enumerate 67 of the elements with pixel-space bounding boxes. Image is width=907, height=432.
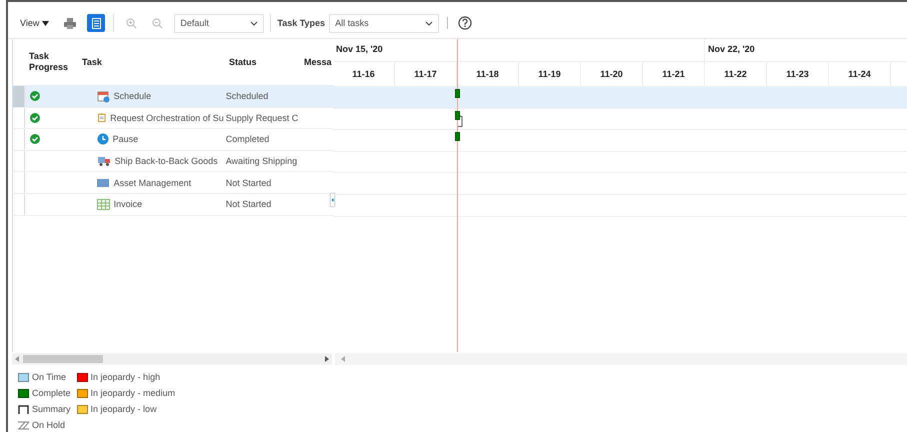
task-bar[interactable] xyxy=(455,110,460,120)
scroll-right-icon[interactable] xyxy=(325,356,329,362)
status-text: Not Started xyxy=(226,199,272,210)
list-view-button[interactable] xyxy=(87,14,106,32)
task-bar[interactable] xyxy=(455,132,460,142)
clipboard-icon xyxy=(96,111,106,124)
status-text: Not Started xyxy=(226,178,272,188)
day-label: 11-18 xyxy=(476,69,499,79)
legend-label: Summary xyxy=(32,404,71,414)
legend-label: On Time xyxy=(32,372,66,382)
printer-icon xyxy=(64,18,76,28)
day-label: 11-19 xyxy=(538,69,561,79)
day-label: 11-20 xyxy=(600,69,623,79)
status-text: Supply Request C xyxy=(226,112,298,123)
task-row[interactable]: Schedule Scheduled xyxy=(13,86,333,108)
day-label: 11-16 xyxy=(352,69,375,79)
day-label: 11-24 xyxy=(848,69,871,79)
status-text: Completed xyxy=(226,134,270,144)
view-menu[interactable]: View xyxy=(20,18,54,28)
chevron-icon xyxy=(250,20,258,26)
legend-label: In jeopardy - high xyxy=(90,372,160,382)
day-label: 11-17 xyxy=(414,69,437,79)
summary-icon xyxy=(18,404,29,414)
truck-icon xyxy=(96,155,111,168)
task-name: Schedule xyxy=(114,91,152,102)
task-row[interactable]: Invoice Not Started xyxy=(13,194,333,216)
task-types-label: Task Types xyxy=(277,18,326,28)
calendar-icon xyxy=(96,90,110,103)
task-name: Invoice xyxy=(114,199,142,210)
scrollbar-thumb[interactable] xyxy=(23,355,103,363)
task-name: Asset Management xyxy=(114,178,192,188)
scroll-left-icon[interactable] xyxy=(341,356,345,362)
week-label: Nov 22, '20 xyxy=(708,44,755,54)
legend-label: In jeopardy - low xyxy=(90,404,157,414)
clock-icon xyxy=(96,133,109,146)
column-header: Status xyxy=(228,56,258,69)
barcode-icon xyxy=(96,178,110,188)
list-icon xyxy=(92,18,101,28)
scroll-left-icon[interactable] xyxy=(15,356,19,362)
task-name: Request Orchestration of Su xyxy=(110,112,224,123)
caret-icon xyxy=(42,20,50,26)
summary-icon xyxy=(457,114,463,127)
task-row[interactable]: Ship Back-to-Back Goods Awaiting Shipping xyxy=(13,150,333,172)
legend-label: In jeopardy - medium xyxy=(90,388,176,398)
help-icon[interactable] xyxy=(456,14,474,32)
column-header: Messa xyxy=(303,56,333,69)
task-name: Pause xyxy=(112,134,138,144)
task-types-select[interactable]: All tasks xyxy=(329,14,440,32)
day-label: 11-21 xyxy=(662,69,685,79)
status-text: Awaiting Shipping xyxy=(226,156,298,166)
column-header: Task xyxy=(81,56,103,69)
task-name: Ship Back-to-Back Goods xyxy=(114,156,218,166)
status-text: Scheduled xyxy=(226,91,268,102)
day-label: 11-23 xyxy=(786,69,809,79)
day-label: 11-22 xyxy=(724,69,747,79)
hatch-icon xyxy=(18,420,29,430)
view-select[interactable]: Default xyxy=(174,14,264,32)
legend-label: Complete xyxy=(32,388,71,398)
legend-label: On Hold xyxy=(32,420,66,430)
task-row[interactable]: Asset Management Not Started xyxy=(13,172,333,194)
collapse-handle[interactable] xyxy=(330,193,335,207)
task-row[interactable]: Pause Completed xyxy=(13,129,333,151)
column-header: Task Progress xyxy=(28,50,70,74)
task-row[interactable]: Request Orchestration of Su Supply Request C xyxy=(13,108,333,130)
week-label: Nov 15, '20 xyxy=(336,44,383,54)
spreadsheet-icon xyxy=(96,198,110,210)
chevron-icon xyxy=(425,20,434,26)
